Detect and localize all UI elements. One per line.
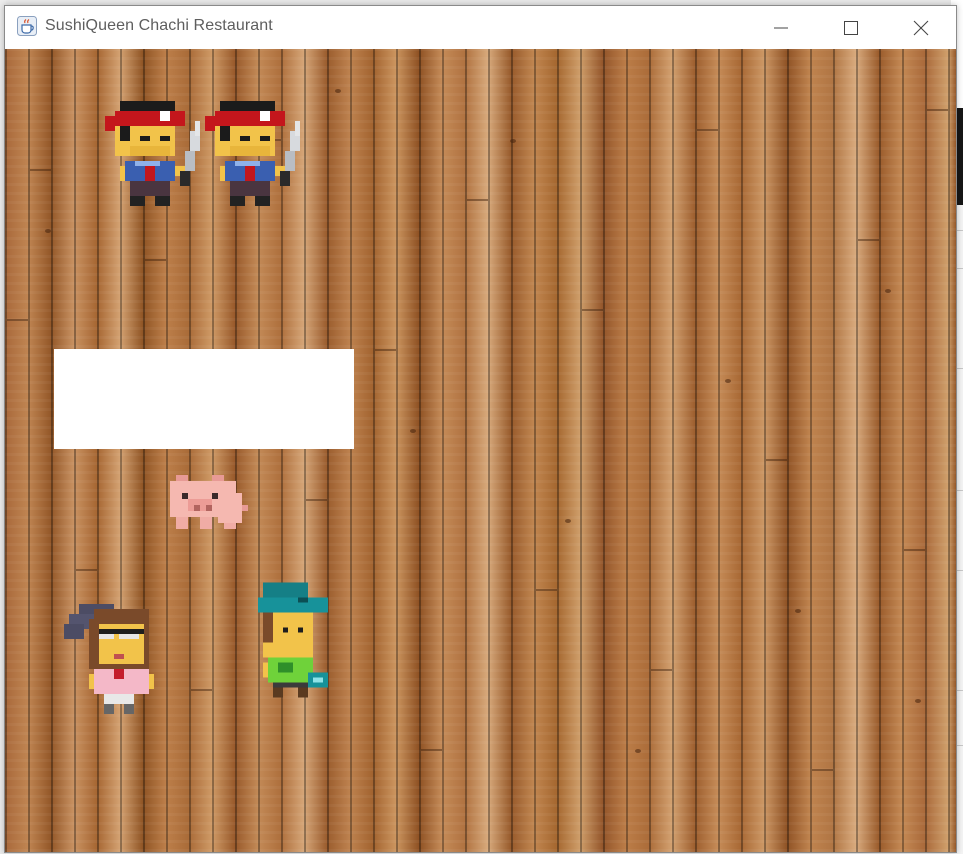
plank-seam (904, 549, 925, 551)
close-button[interactable] (886, 6, 956, 49)
plank-seam (582, 309, 603, 311)
maximize-icon (844, 20, 858, 35)
wood-knot (885, 289, 891, 293)
plank-seam (697, 129, 718, 131)
java-cup-icon[interactable] (17, 16, 37, 36)
wood-knot (565, 519, 571, 523)
plank-seam (7, 319, 28, 321)
chef-with-knife-icon[interactable] (205, 101, 315, 220)
plank-seam (421, 749, 442, 751)
plank-seam (306, 499, 327, 501)
plank-seam (536, 589, 557, 591)
wood-knot (510, 139, 516, 143)
wood-knot (45, 229, 51, 233)
pig-icon[interactable] (170, 474, 248, 540)
message-box (54, 349, 354, 449)
plank-seam (927, 109, 948, 111)
plank-seam (651, 669, 672, 671)
wood-knot (725, 379, 731, 383)
wood-knot (795, 609, 801, 613)
plank-seam (145, 259, 166, 261)
plank-seam (858, 239, 879, 241)
minimize-button[interactable] (746, 6, 816, 49)
customer-boy-icon[interactable] (253, 581, 333, 703)
close-icon (913, 20, 929, 35)
plank-seam (76, 569, 97, 571)
wood-knot (915, 699, 921, 703)
wood-knot (635, 749, 641, 753)
game-canvas[interactable] (5, 49, 956, 852)
minimize-icon (774, 27, 788, 28)
plank-seam (812, 769, 833, 771)
wood-knot (410, 429, 416, 433)
wood-knot (335, 89, 341, 93)
chef-with-knife-icon[interactable] (105, 101, 215, 220)
plank-seam (30, 169, 51, 171)
plank-seam (766, 459, 787, 461)
plank-seam (467, 199, 488, 201)
plank-seam (375, 349, 396, 351)
window-title: SushiQueen Chachi Restaurant (45, 17, 273, 34)
customer-girl-icon[interactable] (64, 604, 164, 723)
maximize-button[interactable] (816, 6, 886, 49)
plank-seam (191, 689, 212, 691)
title-bar[interactable]: SushiQueen Chachi Restaurant (5, 6, 956, 49)
game-window: SushiQueen Chachi Restaurant (4, 5, 957, 853)
